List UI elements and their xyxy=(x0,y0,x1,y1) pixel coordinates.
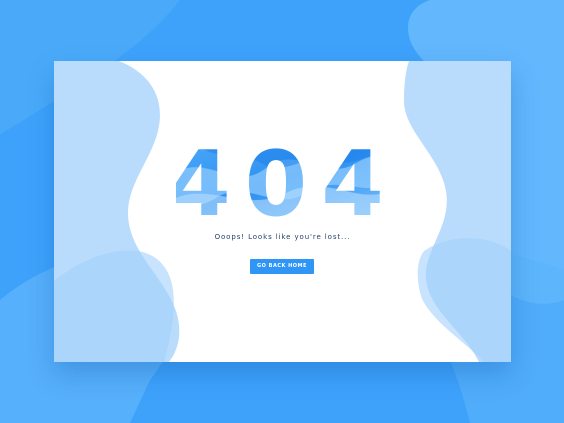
card-blob-right-overlay xyxy=(417,238,511,362)
error-message: Ooops! Looks like you're lost... xyxy=(214,233,351,241)
error-card: 404 404 Ooops! Looks like you're lost...… xyxy=(54,61,511,362)
error-code-graphic: 404 404 xyxy=(176,143,390,219)
go-back-home-button[interactable]: GO BACK HOME xyxy=(250,259,314,274)
